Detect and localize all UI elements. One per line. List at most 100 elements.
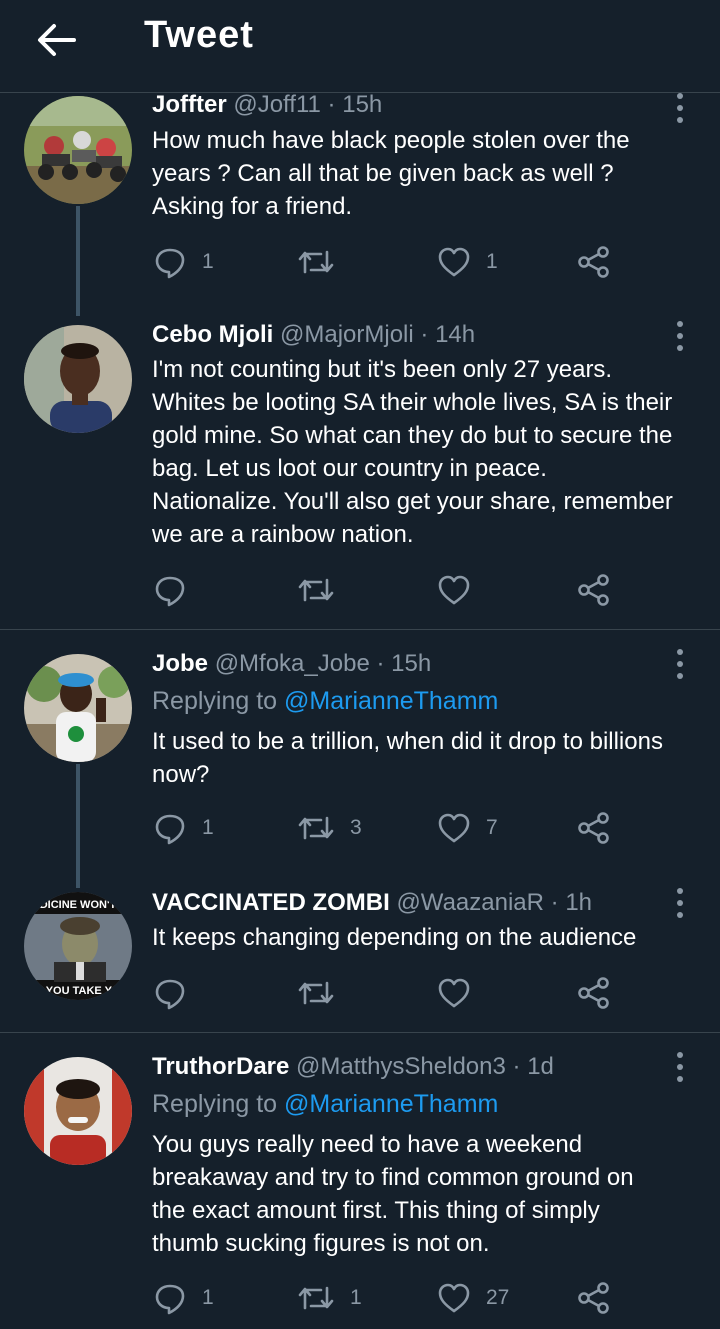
timestamp[interactable]: 1h xyxy=(565,889,592,916)
user-handle[interactable]: @MatthysSheldon3 xyxy=(296,1053,506,1080)
share-button[interactable] xyxy=(576,1276,612,1320)
display-name[interactable]: Jobe xyxy=(152,650,208,677)
retweet-button[interactable]: 3 xyxy=(296,806,362,850)
timestamp[interactable]: 15h xyxy=(342,91,382,118)
top-bar: Tweet xyxy=(0,0,720,93)
tweet-text: It used to be a trillion, when did it dr… xyxy=(152,725,712,791)
retweet-button[interactable] xyxy=(296,568,350,612)
reply-icon xyxy=(155,1284,185,1315)
share-icon xyxy=(578,977,609,1009)
reply-icon xyxy=(155,576,185,607)
divider xyxy=(0,1032,720,1033)
more-options-icon[interactable] xyxy=(666,1049,694,1085)
more-options-icon[interactable] xyxy=(666,318,694,354)
tweet-text-line: It keeps changing depending on the audie… xyxy=(152,924,637,951)
display-name[interactable]: Joffter xyxy=(152,91,227,118)
reply-button[interactable] xyxy=(152,971,202,1015)
tweet-header: TruthorDare @MatthysSheldon3 · 1d xyxy=(152,1052,554,1082)
display-name[interactable]: Cebo Mjoli xyxy=(152,321,273,348)
tweet-actions xyxy=(152,971,692,1015)
share-button[interactable] xyxy=(576,806,612,850)
user-handle[interactable]: @Joff11 xyxy=(233,91,321,118)
reply-button[interactable] xyxy=(152,568,202,612)
tweet-text-line: Asking for a friend. xyxy=(152,193,353,220)
mention-link[interactable]: @MarianneThamm xyxy=(284,687,498,715)
thread-line xyxy=(76,764,80,888)
display-name[interactable]: TruthorDare xyxy=(152,1053,289,1080)
more-options-icon[interactable] xyxy=(666,90,694,126)
share-button[interactable] xyxy=(576,240,612,284)
tweet-header: Joffter @Joff11 · 15h xyxy=(152,90,382,120)
timestamp[interactable]: 14h xyxy=(435,321,475,348)
more-options-icon[interactable] xyxy=(666,646,694,682)
mention-link[interactable]: @MarianneThamm xyxy=(284,1090,498,1118)
retweet-button[interactable] xyxy=(296,240,350,284)
more-options-icon[interactable] xyxy=(666,885,694,921)
reply-button[interactable]: 1 xyxy=(152,1276,214,1320)
avatar[interactable] xyxy=(24,1057,132,1165)
timestamp[interactable]: 1d xyxy=(527,1053,554,1080)
retweet-icon xyxy=(298,816,334,840)
tweet-actions xyxy=(152,568,692,612)
tweet-text: It keeps changing depending on the audie… xyxy=(152,921,712,954)
like-button[interactable]: 1 xyxy=(436,240,498,284)
heart-icon xyxy=(438,1283,470,1313)
share-icon xyxy=(578,812,609,844)
share-icon xyxy=(578,574,609,606)
avatar[interactable] xyxy=(24,325,132,433)
retweet-icon xyxy=(298,250,334,274)
tweet-actions: 1 1 27 xyxy=(152,1276,692,1320)
tweet-text-line: Nationalize. You'll also get your share,… xyxy=(152,488,673,515)
tweet-header: VACCINATED ZOMBI @WaazaniaR · 1h xyxy=(152,888,592,918)
like-count: 7 xyxy=(486,816,498,839)
replying-to-label: Replying to xyxy=(152,687,278,715)
share-button[interactable] xyxy=(576,568,612,612)
avatar-caption-bottom: S YOU TAKE YO xyxy=(36,985,121,997)
reply-button[interactable]: 1 xyxy=(152,806,214,850)
share-button[interactable] xyxy=(576,971,612,1015)
like-button[interactable]: 7 xyxy=(436,806,498,850)
tweet-header: Jobe @Mfoka_Jobe · 15h xyxy=(152,649,431,679)
like-count: 1 xyxy=(486,250,498,273)
avatar[interactable] xyxy=(24,654,132,762)
user-handle[interactable]: @Mfoka_Jobe xyxy=(215,650,370,677)
display-name[interactable]: VACCINATED ZOMBI xyxy=(152,889,390,916)
retweet-button[interactable] xyxy=(296,971,350,1015)
user-handle[interactable]: @MajorMjoli xyxy=(280,321,414,348)
back-arrow-icon[interactable] xyxy=(34,20,78,60)
user-handle[interactable]: @WaazaniaR xyxy=(396,889,544,916)
tweet-text: You guys really need to have a weekend b… xyxy=(152,1128,712,1260)
like-button[interactable] xyxy=(436,568,486,612)
reply-count: 1 xyxy=(202,1286,214,1309)
reply-count: 1 xyxy=(202,250,214,273)
like-button[interactable]: 27 xyxy=(436,1276,509,1320)
tweet-actions: 1 1 xyxy=(152,240,692,284)
like-button[interactable] xyxy=(436,971,486,1015)
tweet-text-line: years ? Can all that be given back as we… xyxy=(152,160,614,187)
separator-dot: · xyxy=(512,1053,521,1080)
separator-dot: · xyxy=(550,889,559,916)
reply-icon xyxy=(155,814,185,845)
tweet-text: How much have black people stolen over t… xyxy=(152,124,712,223)
reply-icon xyxy=(155,248,185,279)
avatar[interactable]: DICINE WON'T S YOU TAKE YO xyxy=(24,892,132,1000)
tweet-text-line: Whites be looting SA their whole lives, … xyxy=(152,389,673,416)
separator-dot: · xyxy=(420,321,429,348)
share-icon xyxy=(578,1282,609,1314)
tweet-text-line: bag. Let us loot our country in peace. xyxy=(152,455,547,482)
tweet-text-line: I'm not counting but it's been only 27 y… xyxy=(152,356,613,383)
thread-line xyxy=(76,206,80,316)
like-count: 27 xyxy=(486,1286,510,1309)
separator-dot: · xyxy=(376,650,385,677)
reply-button[interactable]: 1 xyxy=(152,240,214,284)
timestamp[interactable]: 15h xyxy=(391,650,431,677)
separator-dot: · xyxy=(327,91,336,118)
tweet-text-line: breakaway and try to find common ground … xyxy=(152,1164,634,1191)
tweet-header: Cebo Mjoli @MajorMjoli · 14h xyxy=(152,320,475,350)
replying-to: Replying to @MarianneThamm xyxy=(152,685,498,717)
tweet-text-line: now? xyxy=(152,761,210,788)
divider xyxy=(0,629,720,630)
retweet-button[interactable]: 1 xyxy=(296,1276,362,1320)
retweet-count: 1 xyxy=(350,1286,362,1309)
avatar[interactable] xyxy=(24,96,132,204)
